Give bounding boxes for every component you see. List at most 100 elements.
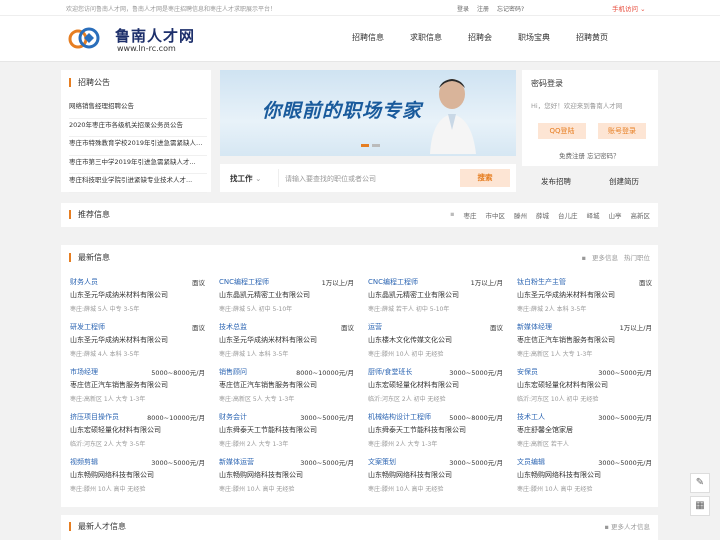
job-company[interactable]: 山东宏硕轻量化材料有限公司 (368, 380, 459, 390)
job-title[interactable]: 技术总监 (219, 322, 247, 332)
job-card[interactable]: 技术总监 面议 山东圣元华成纳米材料有限公司 枣庄:薛城 1人 本科 3-5年 (219, 322, 354, 366)
job-title[interactable]: 新媒体经理 (517, 322, 552, 332)
hot-jobs-link[interactable]: 热门职位 (624, 254, 650, 262)
nav-item-seekers[interactable]: 求职信息 (410, 32, 442, 43)
job-company[interactable]: 山东圣元华成纳米材料有限公司 (219, 335, 317, 345)
job-title[interactable]: 机械结构设计工程师 (368, 412, 431, 422)
job-company[interactable]: 山东畅购网络科技有限公司 (368, 470, 452, 480)
job-company[interactable]: 山东畅购网络科技有限公司 (70, 470, 154, 480)
area-item[interactable]: 枣庄 (464, 210, 477, 220)
area-item[interactable]: 高新区 (631, 210, 651, 220)
job-company[interactable]: 山东圣元华成纳米材料有限公司 (70, 290, 168, 300)
job-card[interactable]: 安保员 3000~5000元/月 山东宏硕轻量化材料有限公司 临沂:河东区 10人 初… (517, 367, 652, 411)
job-title[interactable]: 技术工人 (517, 412, 545, 422)
job-card[interactable]: 文案策划 3000~5000元/月 山东畅购网络科技有限公司 枣庄:滕州 10人 高中… (368, 457, 503, 501)
area-item[interactable]: 市中区 (486, 210, 506, 220)
qq-login-button[interactable]: QQ登陆 (538, 123, 586, 139)
job-title[interactable]: 销售顾问 (219, 367, 247, 377)
free-register-link[interactable]: 免费注册 (559, 152, 585, 160)
job-company[interactable]: 山东晶凯元精密工业有限公司 (219, 290, 310, 300)
job-card[interactable]: 销售顾问 8000~10000元/月 枣庄信正汽车销售服务有限公司 枣庄:高新区 5人… (219, 367, 354, 411)
job-company[interactable]: 枣庄信正汽车销售服务有限公司 (70, 380, 168, 390)
area-item[interactable]: 滕州 (514, 210, 527, 220)
notice-item[interactable]: 枣庄市特殊教育学校2019年引进急需紧缺人才... (69, 137, 207, 156)
area-item[interactable]: 山亭 (609, 210, 622, 220)
job-title[interactable]: CNC编程工程师 (219, 277, 269, 287)
job-card[interactable]: 文员编辑 3000~5000元/月 山东畅购网络科技有限公司 枣庄:滕州 10人 高中… (517, 457, 652, 501)
qrcode-icon[interactable]: ▦ (690, 496, 710, 516)
notice-item[interactable]: 枣庄市第三中学2019年引进急需紧缺人才... (69, 156, 207, 174)
job-card[interactable]: 新媒体经理 1万以上/月 枣庄信正汽车销售服务有限公司 枣庄:高新区 1人 大专 1-… (517, 322, 652, 366)
search-input[interactable]: 请输入要查找的职位或者公司 (278, 169, 458, 187)
job-card[interactable]: 挤压项目操作员 8000~10000元/月 山东宏硕轻量化材料有限公司 临沂:河东区 … (70, 412, 205, 456)
search-category-select[interactable]: 找工作 ⌄ (230, 173, 261, 184)
logo-icon[interactable] (62, 23, 102, 53)
area-item[interactable]: 台儿庄 (558, 210, 578, 220)
job-card[interactable]: 钛白粉生产主管 面议 山东圣元华成纳米材料有限公司 枣庄:薛城 2人 本科 3-5年 (517, 277, 652, 321)
job-company[interactable]: 山东晶凯元精密工业有限公司 (368, 290, 459, 300)
banner-dot[interactable] (361, 144, 369, 147)
job-card[interactable]: 财务会计 3000~5000元/月 山东舜泰天工节能科技有限公司 枣庄:滕州 2人 大… (219, 412, 354, 456)
job-title[interactable]: 文员编辑 (517, 457, 545, 467)
nav-item-job-fair[interactable]: 招聘会 (468, 32, 492, 43)
banner-dot[interactable] (372, 144, 380, 147)
job-company[interactable]: 山东圣元华成纳米材料有限公司 (70, 335, 168, 345)
logo-name[interactable]: 鲁南人才网 (115, 25, 195, 46)
job-card[interactable]: 厨师/食堂班长 3000~5000元/月 山东宏硕轻量化材料有限公司 临沂:河东区 2… (368, 367, 503, 411)
job-title[interactable]: 挤压项目操作员 (70, 412, 119, 422)
job-title[interactable]: 市场经理 (70, 367, 98, 377)
job-company[interactable]: 山东圣元华成纳米材料有限公司 (517, 290, 615, 300)
post-job-button[interactable]: 发布招聘 (522, 172, 590, 192)
job-card[interactable]: 视频剪辑 3000~5000元/月 山东畅购网络科技有限公司 枣庄:滕州 10人 高中… (70, 457, 205, 501)
job-title[interactable]: 新媒体运营 (219, 457, 254, 467)
create-resume-button[interactable]: 创建简历 (590, 172, 658, 192)
job-company[interactable]: 枣庄信正汽车销售服务有限公司 (219, 380, 317, 390)
job-card[interactable]: 机械结构设计工程师 5000~8000元/月 山东舜泰天工节能科技有限公司 枣庄:滕州… (368, 412, 503, 456)
area-item[interactable]: 峄城 (587, 210, 600, 220)
job-company[interactable]: 山东宏硕轻量化材料有限公司 (70, 425, 161, 435)
job-card[interactable]: CNC编程工程师 1万以上/月 山东晶凯元精密工业有限公司 枣庄:薛城 若干人 初中 … (368, 277, 503, 321)
job-company[interactable]: 枣庄舒馨全馆家居 (517, 425, 573, 435)
job-title[interactable]: 安保员 (517, 367, 538, 377)
job-card[interactable]: 市场经理 5000~8000元/月 枣庄信正汽车销售服务有限公司 枣庄:高新区 1人 … (70, 367, 205, 411)
job-card[interactable]: CNC编程工程师 1万以上/月 山东晶凯元精密工业有限公司 枣庄:薛城 5人 初中 5… (219, 277, 354, 321)
nav-item-jobs[interactable]: 招聘信息 (352, 32, 384, 43)
forgot-password-link[interactable]: 忘记密码? (497, 6, 524, 13)
more-talent-link[interactable]: 更多人才信息 (611, 523, 650, 531)
mobile-access-link[interactable]: 手机访问 ⌄ (612, 3, 646, 13)
nav-item-yellow-pages[interactable]: 招聘黄页 (576, 32, 608, 43)
job-company[interactable]: 山东舜泰天工节能科技有限公司 (219, 425, 317, 435)
job-card[interactable]: 研发工程师 面议 山东圣元华成纳米材料有限公司 枣庄:薛城 4人 本科 3-5年 (70, 322, 205, 366)
search-button[interactable]: 搜索 (460, 169, 510, 187)
job-title[interactable]: 厨师/食堂班长 (368, 367, 412, 377)
pencil-icon[interactable]: ✎ (690, 473, 710, 493)
job-card[interactable]: 新媒体运营 3000~5000元/月 山东畅购网络科技有限公司 枣庄:滕州 10人 高… (219, 457, 354, 501)
notice-item[interactable]: 网络销售经理招聘公告 (69, 100, 207, 119)
nav-item-career-guide[interactable]: 职场宝典 (518, 32, 550, 43)
job-company[interactable]: 山东宏硕轻量化材料有限公司 (517, 380, 608, 390)
job-company[interactable]: 枣庄信正汽车销售服务有限公司 (517, 335, 615, 345)
job-title[interactable]: 研发工程师 (70, 322, 105, 332)
more-info-link[interactable]: 更多信息 (592, 254, 618, 262)
job-title[interactable]: 钛白粉生产主管 (517, 277, 566, 287)
job-title[interactable]: 视频剪辑 (70, 457, 98, 467)
forgot-password-link[interactable]: 忘记密码？ (587, 152, 620, 160)
login-link[interactable]: 登录 (457, 6, 469, 13)
job-title[interactable]: 财务会计 (219, 412, 247, 422)
account-login-button[interactable]: 账号登录 (598, 123, 646, 139)
job-title[interactable]: CNC编程工程师 (368, 277, 418, 287)
job-company[interactable]: 山东畅购网络科技有限公司 (219, 470, 303, 480)
job-title[interactable]: 财务人员 (70, 277, 98, 287)
register-link[interactable]: 注册 (477, 6, 489, 13)
job-company[interactable]: 山东畅购网络科技有限公司 (517, 470, 601, 480)
job-title[interactable]: 运营 (368, 322, 382, 332)
job-title[interactable]: 文案策划 (368, 457, 396, 467)
notice-item[interactable]: 枣庄科技职业学院引进紧缺专业技术人才... (69, 174, 207, 193)
job-card[interactable]: 财务人员 面议 山东圣元华成纳米材料有限公司 枣庄:薛城 5人 中专 3-5年 (70, 277, 205, 321)
job-card[interactable]: 运营 面议 山东楼木文化传媒文化公司 枣庄:滕州 10人 初中 无经验 (368, 322, 503, 366)
job-company[interactable]: 山东舜泰天工节能科技有限公司 (368, 425, 466, 435)
job-card[interactable]: 技术工人 3000~5000元/月 枣庄舒馨全馆家居 枣庄:高新区 若干人 (517, 412, 652, 456)
notice-item[interactable]: 2020年枣庄市各级机关招录公务员公告 (69, 119, 207, 137)
job-company[interactable]: 山东楼木文化传媒文化公司 (368, 335, 452, 345)
area-item[interactable]: 薛城 (536, 210, 549, 220)
